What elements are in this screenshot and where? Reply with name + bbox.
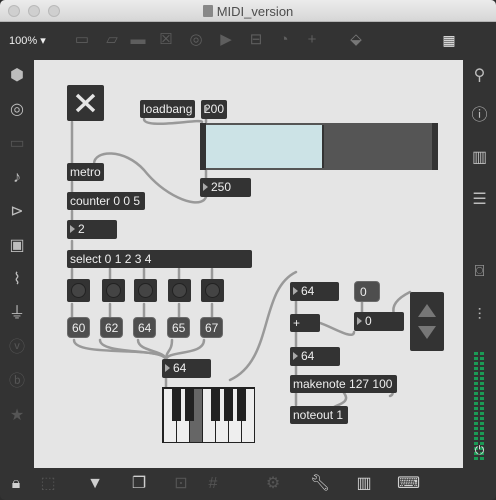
- power-icon[interactable]: ⏻: [463, 440, 496, 460]
- presentation-icon[interactable]: ▭: [72, 31, 92, 49]
- grid-icon[interactable]: #: [202, 474, 224, 494]
- loadbang-number-box[interactable]: 200: [201, 100, 227, 119]
- select-object[interactable]: select 0 1 2 3 4: [67, 250, 252, 268]
- makenote-object[interactable]: makenote 127 100: [290, 375, 397, 393]
- cord-loadbang-200: [142, 117, 204, 126]
- image-icon[interactable]: ▣: [0, 236, 34, 256]
- document-icon: [202, 5, 213, 17]
- plug-icon[interactable]: ⏚: [0, 304, 34, 324]
- windows-icon[interactable]: ❐: [128, 474, 150, 494]
- toggle-icon[interactable]: ☒: [156, 31, 176, 49]
- paperclip-icon[interactable]: ⌇: [0, 270, 34, 290]
- piano-key-f-sharp[interactable]: [211, 388, 220, 421]
- slider-icon[interactable]: ⊟: [246, 31, 266, 49]
- slider-fill: [206, 125, 324, 168]
- counter-object[interactable]: counter 0 0 5: [67, 192, 145, 210]
- patcher-canvas[interactable]: loadbang 200 250 metro counter 0 0 5 2 s…: [34, 60, 463, 468]
- cord-number-plus: [314, 320, 356, 336]
- stepper-arrows-icon: [418, 304, 436, 339]
- cube-icon[interactable]: ⬢: [0, 66, 34, 86]
- right-sidebar: ⚲ ⓘ ▥ ☰ ⌼ ⫶ ⏻: [463, 60, 496, 468]
- bang-button-4[interactable]: [168, 279, 191, 302]
- message-67[interactable]: 67: [200, 317, 224, 338]
- zoom-level[interactable]: 100% ▾: [9, 34, 46, 47]
- toolbar: 100% ▾ ▭ ▱ ▬ ☒ ◎ ▶ ⊟ ◔ + ⬙ ▦: [0, 22, 496, 60]
- b-icon[interactable]: ⓑ: [0, 372, 34, 392]
- toggle-x-icon: [75, 93, 96, 113]
- bang-button-2[interactable]: [102, 279, 125, 302]
- debug-icon[interactable]: ⚙: [262, 474, 284, 494]
- cord-piano-64: [228, 270, 298, 382]
- piano-icon[interactable]: ▥: [353, 474, 375, 494]
- plus-object[interactable]: +: [290, 314, 320, 332]
- lock-icon[interactable]: 🔒︎: [5, 474, 27, 494]
- new-object-icon[interactable]: +: [302, 31, 322, 49]
- cord-updown-number: [392, 290, 412, 316]
- bang-button-2-light: [106, 283, 121, 298]
- piano-key-d-sharp[interactable]: [185, 388, 194, 421]
- sequence-icon[interactable]: ⊳: [0, 202, 34, 222]
- plus-out-number-box[interactable]: 64: [290, 347, 340, 366]
- left-sidebar: ⬢ ◎ ▭ ♪ ⊳ ▣ ⌇ ⏚ ⓥ ⓑ ★: [0, 60, 34, 468]
- bottom-toolbar: 🔒︎ ⬚ ▼ ❐ ⊡ # ⚙ 🔧︎ ▥ ⌨: [0, 468, 496, 500]
- message-60[interactable]: 60: [67, 317, 91, 338]
- max-patcher-window: MIDI_version 100% ▾ ▭ ▱ ▬ ☒ ◎ ▶ ⊟ ◔ + ⬙ …: [0, 0, 496, 500]
- message-icon[interactable]: ▬: [128, 31, 148, 49]
- star-icon[interactable]: ★: [0, 406, 34, 426]
- title-bar: MIDI_version: [0, 0, 496, 22]
- message-65[interactable]: 65: [167, 317, 191, 338]
- comment-bubble-icon[interactable]: ▼: [84, 474, 106, 494]
- piano-number-box[interactable]: 64: [162, 359, 211, 378]
- piano-key-c-sharp[interactable]: [172, 388, 181, 421]
- up-down-stepper[interactable]: [410, 292, 444, 351]
- wrench-icon[interactable]: 🔧︎: [309, 474, 331, 494]
- piano-keyboard[interactable]: [162, 387, 255, 443]
- button-icon[interactable]: ◎: [186, 31, 206, 49]
- toggle[interactable]: [67, 85, 104, 121]
- bang-button-3[interactable]: [134, 279, 157, 302]
- note-in-number-box[interactable]: 64: [290, 282, 339, 301]
- zoom-level-label: 100%: [9, 35, 38, 47]
- slider[interactable]: [200, 123, 438, 170]
- bang-button-5[interactable]: [201, 279, 224, 302]
- presentation-mode-icon[interactable]: ⬚: [37, 474, 59, 494]
- reference-icon[interactable]: ▥: [463, 148, 496, 168]
- piano-key-g-sharp[interactable]: [224, 388, 233, 421]
- info-icon[interactable]: ⓘ: [463, 106, 496, 126]
- music-note-icon[interactable]: ♪: [0, 168, 34, 188]
- bang-button-1-light: [71, 283, 86, 298]
- search-icon[interactable]: ⚲: [463, 66, 496, 86]
- bang-button-5-light: [205, 283, 220, 298]
- loadbang-object[interactable]: loadbang: [140, 100, 196, 118]
- keyboard-icon[interactable]: ⌨: [397, 474, 420, 494]
- media-icon[interactable]: ▭: [0, 134, 34, 154]
- paint-bucket-icon[interactable]: ⬙: [346, 31, 366, 49]
- window-title: MIDI_version: [216, 4, 294, 19]
- comment-icon[interactable]: ▱: [102, 31, 122, 49]
- slider-left-edge: [200, 123, 206, 170]
- dial-icon[interactable]: ◔: [274, 31, 294, 49]
- camera-icon[interactable]: ⌼: [463, 262, 496, 282]
- piano-key-a-sharp[interactable]: [237, 388, 246, 421]
- metro-object[interactable]: metro: [67, 163, 104, 181]
- number-icon[interactable]: ▶: [216, 31, 236, 49]
- slider-thumb[interactable]: [322, 125, 324, 168]
- message-62[interactable]: 62: [100, 317, 124, 338]
- slider-right-edge: [432, 123, 438, 170]
- plus-right-number-box[interactable]: 0: [354, 312, 404, 331]
- v-icon[interactable]: ⓥ: [0, 338, 34, 358]
- bang-button-3-light: [138, 283, 153, 298]
- grid-matrix-icon[interactable]: ▦: [438, 31, 460, 49]
- target-icon[interactable]: ◎: [0, 100, 34, 120]
- message-0[interactable]: 0: [354, 281, 380, 302]
- bang-button-4-light: [172, 283, 187, 298]
- counter-number-box[interactable]: 2: [67, 220, 117, 239]
- align-icon[interactable]: ⊡: [170, 474, 192, 494]
- noteout-object[interactable]: noteout 1: [290, 406, 348, 424]
- message-64[interactable]: 64: [133, 317, 157, 338]
- bang-button-1[interactable]: [67, 279, 90, 302]
- mixer-icon[interactable]: ⫶: [463, 306, 496, 326]
- list-icon[interactable]: ☰: [463, 190, 496, 210]
- slider-number-box[interactable]: 250: [200, 178, 251, 197]
